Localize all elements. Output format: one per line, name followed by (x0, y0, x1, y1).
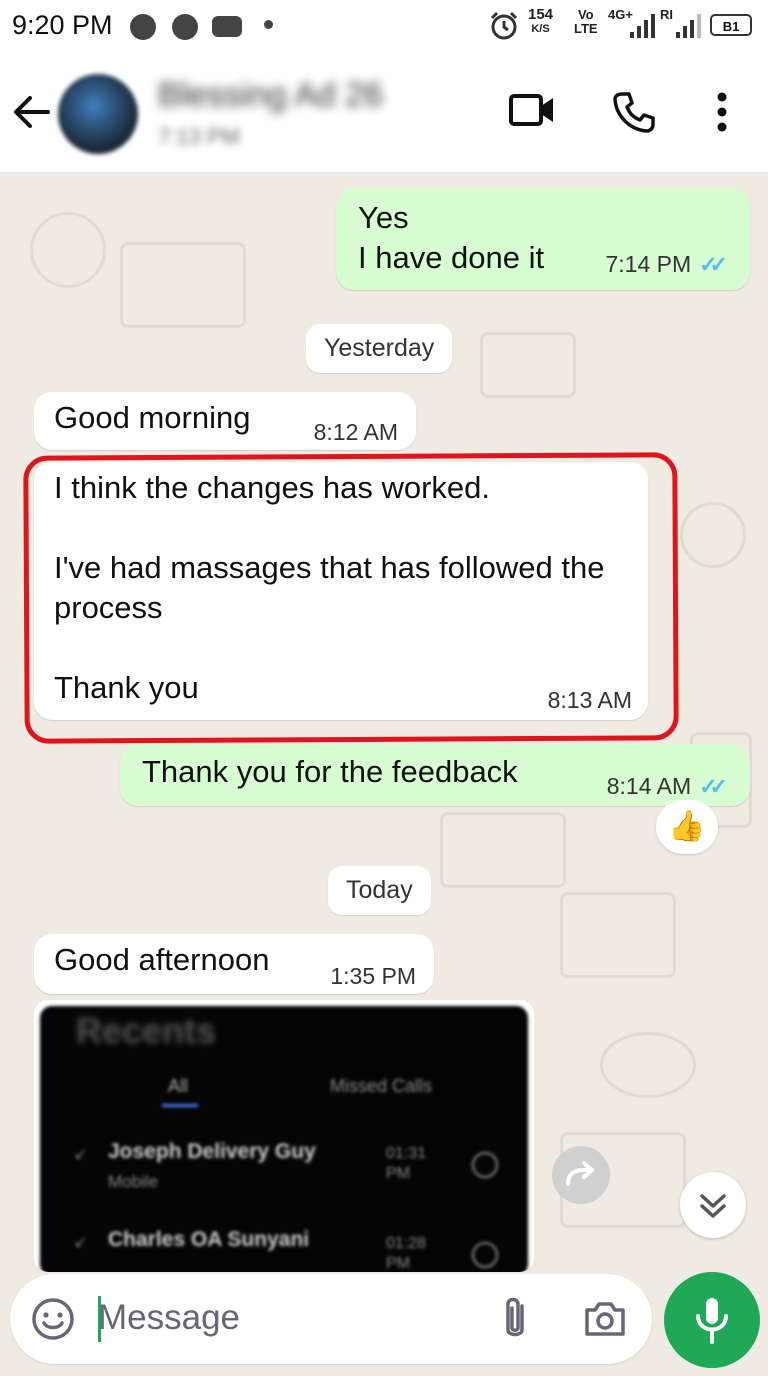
call-detail: Mobile (108, 1172, 159, 1191)
info-icon (472, 1152, 498, 1178)
message-incoming[interactable]: Good afternoon 1:35 PM (34, 934, 434, 994)
mic-icon (696, 1298, 728, 1344)
tab-indicator (162, 1104, 198, 1107)
alarm-icon (490, 11, 518, 40)
signal-bars-icon-2 (676, 14, 701, 38)
message-time: 1:35 PM (330, 963, 416, 989)
call-time: 01:31 PM (386, 1145, 427, 1182)
date-divider: Yesterday (306, 324, 453, 373)
message-input[interactable]: Message (98, 1298, 240, 1338)
wallpaper-doodle (440, 812, 566, 888)
scroll-to-bottom-button[interactable] (680, 1172, 746, 1238)
volte-label-bottom: LTE (574, 21, 598, 36)
voice-call-icon[interactable] (612, 90, 656, 134)
read-receipt-icon: ✓✓ (699, 773, 728, 799)
wallpaper-doodle (480, 332, 576, 398)
chat-header: Blessing Ad 26 7:13 PM (0, 52, 768, 173)
call-time: 01:28 PM (386, 1235, 427, 1272)
net-speed-unit: K/S (531, 23, 550, 35)
image-message[interactable]: Recents All Missed Calls ↙ Joseph Delive… (34, 1000, 534, 1272)
battery-icon: B1 (710, 14, 752, 36)
youtube-notification-icon (212, 16, 242, 37)
messenger-notification-icon (130, 14, 156, 40)
message-outgoing[interactable]: Yes I have done it 7:14 PM ✓✓ (336, 188, 750, 290)
emoji-icon[interactable] (30, 1296, 76, 1342)
call-name: Joseph Delivery Guy (108, 1140, 316, 1163)
message-text: Good afternoon (54, 942, 270, 977)
thumbs-up-reaction-icon[interactable]: 👍 (656, 800, 718, 854)
video-call-icon[interactable] (508, 92, 556, 128)
back-arrow-icon[interactable] (12, 92, 52, 132)
red-annotation-outline (23, 452, 679, 744)
message-outgoing[interactable]: Thank you for the feedback 8:14 AM ✓✓ (120, 744, 750, 806)
screenshot-title: Recents (76, 1010, 217, 1051)
message-time: 8:14 AM (606, 773, 692, 799)
message-incoming[interactable]: Good morning 8:12 AM (34, 392, 416, 450)
messenger-notification-icon-2 (172, 14, 198, 40)
call-name: Charles OA Sunyani (108, 1228, 310, 1251)
message-text: Yes I have done it (358, 200, 545, 275)
more-options-icon[interactable] (710, 90, 734, 134)
wallpaper-doodle (600, 1032, 696, 1098)
read-receipt-icon: ✓✓ (699, 251, 728, 277)
message-text: Good morning (54, 400, 251, 435)
screenshot-tab-missed: Missed Calls (330, 1076, 433, 1096)
mic-button[interactable] (664, 1272, 760, 1368)
incoming-call-icon: ↙ (74, 1146, 88, 1163)
incoming-call-icon: ↙ (74, 1234, 88, 1251)
message-time: 8:12 AM (313, 419, 398, 445)
attach-icon[interactable] (498, 1294, 532, 1344)
info-icon (472, 1242, 498, 1268)
sim2-label: RI (660, 7, 673, 22)
status-time: 9:20 PM (12, 10, 113, 40)
more-notifications-dot-icon (264, 20, 273, 29)
status-bar: 9:20 PM 154 K/S Vo LTE 4G+ RI B1 (0, 0, 768, 52)
date-divider: Today (328, 866, 431, 915)
contact-last-seen: 7:13 PM (158, 124, 240, 149)
message-time: 7:14 PM (605, 251, 692, 277)
contact-name[interactable]: Blessing Ad 26 (158, 76, 383, 115)
shared-screenshot-image: Recents All Missed Calls ↙ Joseph Delive… (40, 1006, 528, 1272)
signal-bars-icon (630, 14, 655, 38)
message-composer[interactable]: Message (10, 1274, 652, 1364)
contact-avatar[interactable] (58, 74, 138, 154)
message-text: Thank you for the feedback (142, 754, 518, 789)
wallpaper-doodle (560, 892, 676, 978)
wallpaper-doodle (30, 212, 106, 288)
wallpaper-doodle (120, 242, 246, 328)
screenshot-tab-all: All (168, 1076, 189, 1096)
camera-icon[interactable] (582, 1298, 628, 1340)
volte-label-top: Vo (577, 7, 594, 22)
wallpaper-doodle (680, 502, 746, 568)
net-speed-value: 154 (528, 6, 554, 23)
double-chevron-down-icon (700, 1194, 726, 1218)
forward-icon[interactable] (552, 1146, 610, 1204)
